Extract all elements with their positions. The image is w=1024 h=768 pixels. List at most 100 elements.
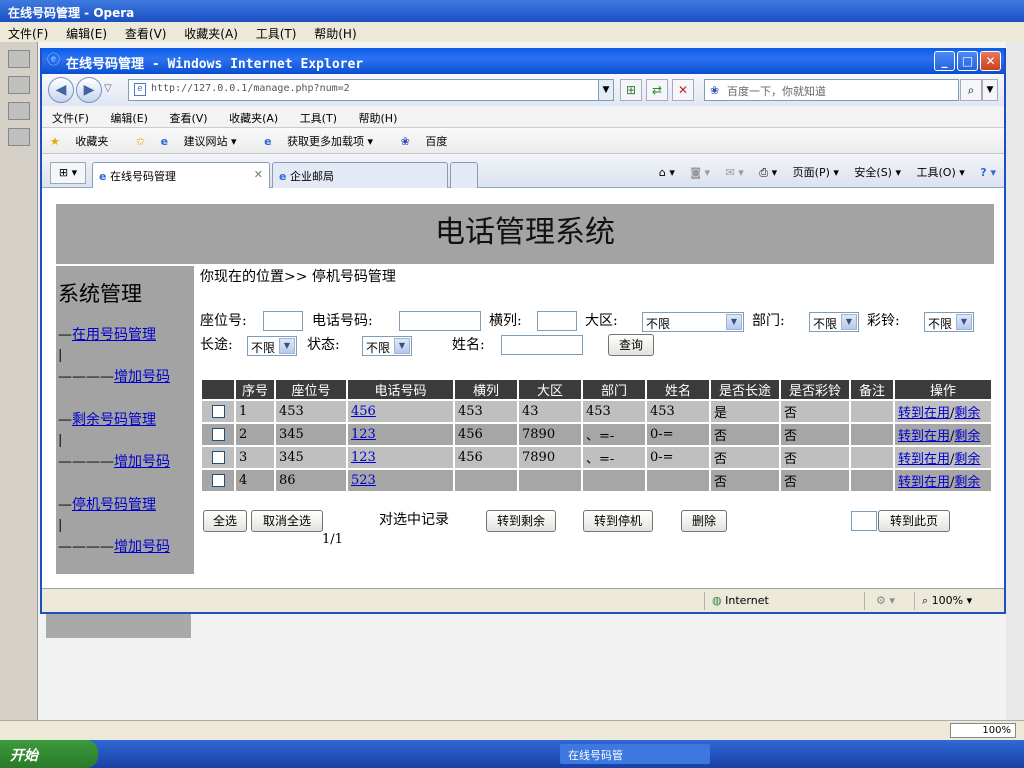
to-in-use-link[interactable]: 转到在用 — [898, 429, 950, 444]
fav-item-addons[interactable]: e 获取更多加载项 ▾ — [264, 135, 385, 148]
to-remain-link[interactable]: 剩余 — [954, 429, 980, 444]
long-distance-select[interactable]: 不限 ▼ — [247, 336, 297, 356]
sidebar-link-add-number[interactable]: 增加号码 — [114, 539, 170, 555]
search-icon[interactable]: ⌕ — [960, 79, 982, 101]
row-checkbox[interactable] — [211, 428, 225, 441]
name-input[interactable] — [501, 335, 583, 355]
state-select[interactable]: 不限 ▼ — [362, 336, 412, 356]
row-checkbox[interactable] — [211, 405, 225, 418]
compatibility-icon[interactable]: ⊞ — [620, 79, 642, 101]
minimize-button[interactable]: _ — [934, 51, 955, 71]
page-number-input[interactable] — [851, 511, 877, 531]
address-dropdown-button[interactable]: ▼ — [598, 79, 614, 101]
phone-input[interactable] — [399, 311, 481, 331]
side-panel-icon[interactable] — [8, 50, 30, 68]
select-all-button[interactable]: 全选 — [203, 510, 247, 532]
ring-select[interactable]: 不限 ▼ — [924, 312, 974, 332]
dept-select[interactable]: 不限 ▼ — [809, 312, 859, 332]
row-checkbox[interactable] — [211, 451, 225, 464]
search-dropdown-button[interactable]: ▼ — [982, 79, 998, 101]
cell-actions: 转到在用/剩余 — [893, 422, 993, 447]
search-input[interactable]: ❀ 百度一下，你就知道 — [704, 79, 959, 101]
row-input[interactable] — [537, 311, 577, 331]
to-remain-link[interactable]: 剩余 — [954, 406, 980, 421]
chevron-down-icon: ▼ — [841, 314, 857, 330]
zoom-control[interactable]: ⌕ 100% ▾ — [922, 594, 972, 608]
side-panel-icon[interactable] — [8, 76, 30, 94]
fav-item-baidu[interactable]: ❀ 百度 — [401, 135, 460, 148]
tools-menu[interactable]: 工具(O) ▾ — [917, 166, 965, 179]
forward-button[interactable]: ▶ — [76, 77, 102, 103]
outer-zoom-control[interactable]: 100% — [950, 723, 1016, 738]
favorites-button[interactable]: ★ 收藏夹 — [50, 135, 120, 148]
phone-link[interactable]: 456 — [351, 404, 376, 419]
close-button[interactable]: ✕ — [980, 51, 1001, 71]
outer-menu-help[interactable]: 帮助(H) — [314, 27, 356, 41]
baidu-paw-icon: ❀ — [710, 84, 720, 97]
phone-link[interactable]: 523 — [351, 473, 376, 488]
sidebar-link-stopped[interactable]: 停机号码管理 — [72, 497, 156, 513]
safety-menu[interactable]: 安全(S) ▾ — [854, 166, 901, 179]
page-menu[interactable]: 页面(P) ▾ — [793, 166, 839, 179]
deselect-all-button[interactable]: 取消全选 — [251, 510, 323, 532]
outer-menu-view[interactable]: 查看(V) — [125, 27, 167, 41]
maximize-button[interactable]: □ — [957, 51, 978, 71]
quick-tabs-icon[interactable]: ⊞ ▾ — [50, 162, 86, 184]
history-dropdown-icon[interactable]: ▽ — [104, 83, 112, 94]
back-button[interactable]: ◀ — [48, 77, 74, 103]
start-button[interactable]: 开始 — [0, 740, 98, 768]
col-header: 备注 — [849, 378, 895, 401]
to-remain-button[interactable]: 转到剩余 — [486, 510, 556, 532]
stop-button[interactable]: ✕ — [672, 79, 694, 101]
mail-icon[interactable]: ✉ ▾ — [726, 166, 744, 179]
to-in-use-link[interactable]: 转到在用 — [898, 406, 950, 421]
sidebar-link-remaining[interactable]: 剩余号码管理 — [72, 412, 156, 428]
side-panel-icon[interactable] — [8, 102, 30, 120]
help-icon[interactable]: ? ▾ — [980, 166, 996, 179]
menu-favorites[interactable]: 收藏夹(A) — [229, 112, 278, 125]
sidebar-link-add-number[interactable]: 增加号码 — [114, 369, 170, 385]
to-remain-link[interactable]: 剩余 — [954, 475, 980, 490]
menu-tools[interactable]: 工具(T) — [300, 112, 337, 125]
region-select[interactable]: 不限 ▼ — [642, 312, 744, 332]
col-header: 是否长途 — [709, 378, 781, 401]
col-header — [200, 378, 236, 401]
home-icon[interactable]: ⌂ ▾ — [659, 166, 675, 179]
outer-scrollbar[interactable] — [1006, 42, 1024, 720]
phone-link[interactable]: 123 — [351, 450, 376, 465]
tab-phone-manage[interactable]: e 在线号码管理 ✕ — [92, 162, 270, 188]
tree-line: ———— — [58, 454, 114, 470]
menu-view[interactable]: 查看(V) — [169, 112, 207, 125]
menu-help[interactable]: 帮助(H) — [359, 112, 398, 125]
to-remain-link[interactable]: 剩余 — [954, 452, 980, 467]
security-zone[interactable]: ◍ Internet — [712, 594, 769, 607]
refresh-button[interactable]: ⇄ — [646, 79, 668, 101]
address-bar[interactable]: e http://127.0.0.1/manage.php?num=2 — [128, 79, 614, 101]
feeds-icon[interactable]: ◙ ▾ — [690, 166, 710, 179]
outer-menu-tools[interactable]: 工具(T) — [256, 27, 297, 41]
side-panel-icon[interactable] — [8, 128, 30, 146]
taskbar-item[interactable]: 在线号码管 — [560, 744, 710, 764]
to-in-use-link[interactable]: 转到在用 — [898, 475, 950, 490]
menu-edit[interactable]: 编辑(E) — [110, 112, 148, 125]
outer-menu-favorites[interactable]: 收藏夹(A) — [184, 27, 238, 41]
seat-input[interactable] — [263, 311, 303, 331]
phone-link[interactable]: 123 — [351, 427, 376, 442]
protected-mode-icon[interactable]: ⚙ ▾ — [876, 594, 895, 607]
tab-close-icon[interactable]: ✕ — [254, 168, 263, 181]
new-tab-button[interactable] — [450, 162, 478, 188]
menu-file[interactable]: 文件(F) — [52, 112, 89, 125]
to-in-use-link[interactable]: 转到在用 — [898, 452, 950, 467]
query-button[interactable]: 查询 — [608, 334, 654, 356]
fav-item-suggested[interactable]: ✩ e 建议网站 ▾ — [136, 135, 249, 148]
print-icon[interactable]: ⎙ ▾ — [759, 166, 777, 179]
sidebar-link-in-use[interactable]: 在用号码管理 — [72, 327, 156, 343]
delete-button[interactable]: 删除 — [681, 510, 727, 532]
to-stop-button[interactable]: 转到停机 — [583, 510, 653, 532]
row-checkbox[interactable] — [211, 474, 225, 487]
tab-enterprise-mail[interactable]: e 企业邮局 — [272, 162, 448, 188]
sidebar-link-add-number[interactable]: 增加号码 — [114, 454, 170, 470]
goto-page-button[interactable]: 转到此页 — [878, 510, 950, 532]
outer-menu-edit[interactable]: 编辑(E) — [66, 27, 107, 41]
outer-menu-file[interactable]: 文件(F) — [8, 27, 48, 41]
